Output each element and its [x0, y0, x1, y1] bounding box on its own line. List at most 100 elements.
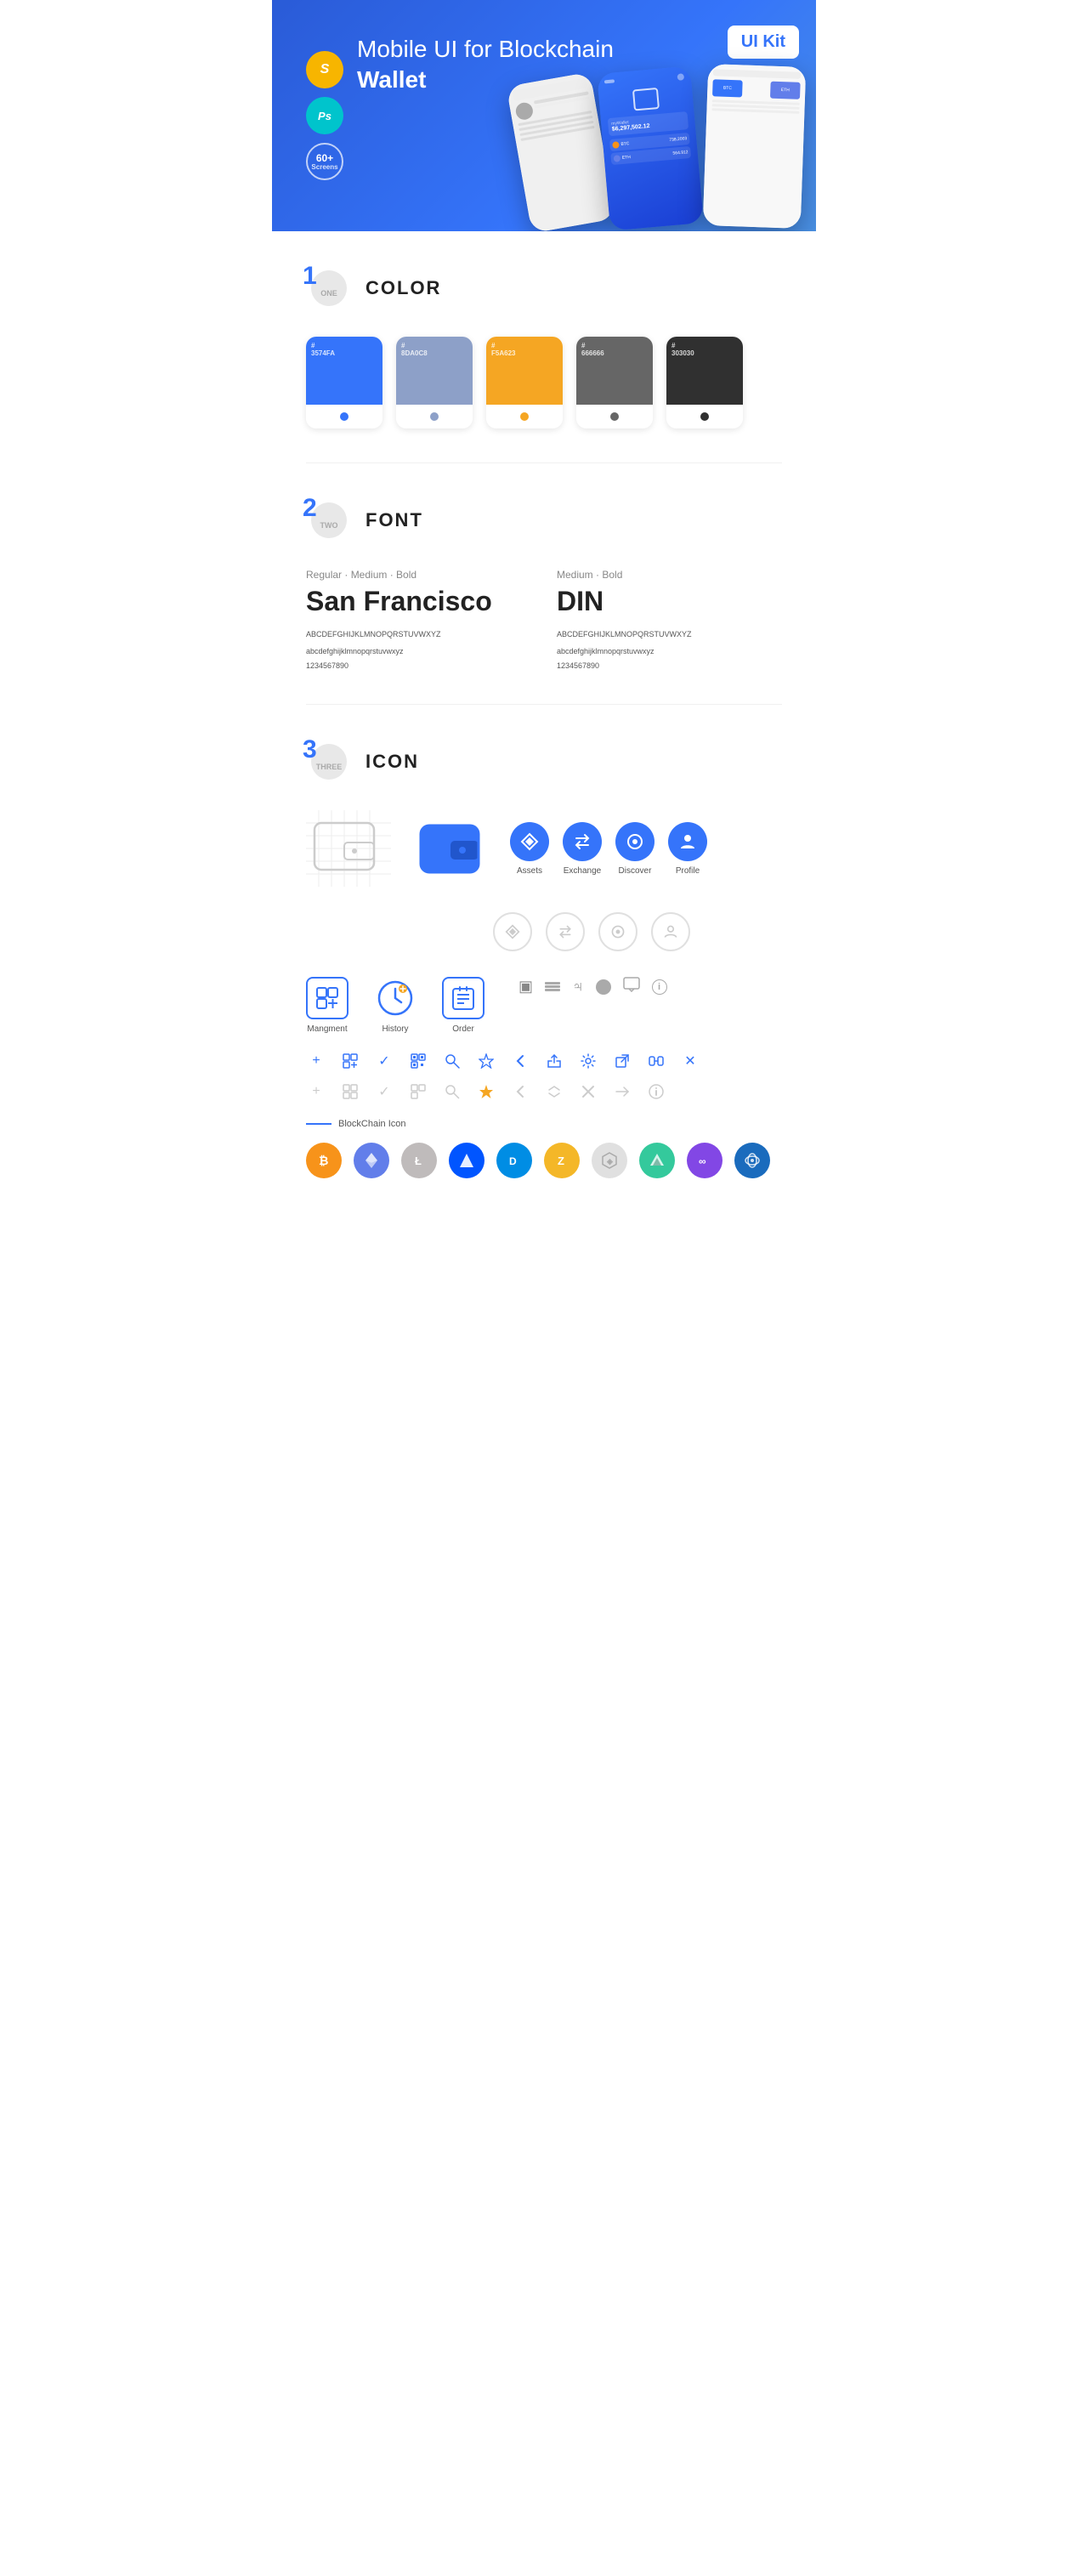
nav-icons-right: Assets Exchange: [510, 822, 707, 876]
font-din: Medium · Bold DIN ABCDEFGHIJKLMNOPQRSTUV…: [557, 569, 782, 670]
icon-section: THREE 3 ICON: [272, 705, 816, 1212]
color-card-slate: #8DA0C8: [396, 337, 473, 428]
color-dot-blue: [340, 412, 348, 421]
fonts-grid: Regular · Medium · Bold San Francisco AB…: [306, 569, 782, 670]
waves-icon: [449, 1143, 484, 1178]
crypto-tri-icon: [639, 1143, 675, 1178]
color-swatch-blue: #3574FA: [306, 337, 382, 405]
history-icon: [374, 977, 416, 1019]
chat-square-icon: [623, 977, 640, 996]
sf-lowercase: abcdefghijklmnopqrstuvwxyz: [306, 644, 531, 658]
font-section-word: TWO: [320, 521, 338, 530]
nav-icon-assets: Assets: [510, 822, 549, 876]
share-icon: [544, 1051, 564, 1071]
color-swatch-slate: #8DA0C8: [396, 337, 473, 405]
wallet-grid-svg: [306, 810, 391, 887]
blockchain-line: [306, 1123, 332, 1125]
external-link-icon: [612, 1051, 632, 1071]
din-uppercase: ABCDEFGHIJKLMNOPQRSTUVWXYZ: [557, 627, 782, 641]
font-section-number: 2: [303, 496, 317, 521]
color-swatch-dark: #303030: [666, 337, 743, 405]
qr-icon: [408, 1051, 428, 1071]
nav-icons-gray-row: [493, 912, 782, 951]
nav-icon-assets-gray: [493, 912, 532, 951]
extra-small-icons: ▣ ♃ i: [518, 977, 667, 996]
color-swatch-gray: #666666: [576, 337, 653, 405]
svg-text:Z: Z: [558, 1155, 564, 1167]
chevron-left-icon-gray: [510, 1081, 530, 1102]
zcash-icon: Z: [544, 1143, 580, 1178]
color-card-orange: #F5A623: [486, 337, 563, 428]
management-icon-item: Mangment: [306, 977, 348, 1034]
din-numbers: 1234567890: [557, 661, 782, 670]
blockchain-section: BlockChain Icon: [306, 1119, 782, 1129]
small-icons-blue-row: + ✓ ✕: [306, 1051, 782, 1071]
arrows-icon-gray: [544, 1081, 564, 1102]
arrow-right-icon-gray: [612, 1081, 632, 1102]
svg-text:D: D: [509, 1155, 517, 1167]
search-icon-gray: [442, 1081, 462, 1102]
color-card-blue: #3574FA: [306, 337, 382, 428]
svg-text:Ł: Ł: [415, 1155, 422, 1167]
plus-icon: +: [306, 1051, 326, 1071]
check-icon: ✓: [374, 1051, 394, 1071]
font-section-title: FONT: [366, 509, 423, 531]
circle-icon: [596, 979, 611, 995]
hero-badges: S Ps 60+ Screens: [306, 51, 343, 180]
sf-font-name: San Francisco: [306, 586, 531, 617]
profile-label: Profile: [676, 866, 700, 876]
din-lowercase: abcdefghijklmnopqrstuvwxyz: [557, 644, 782, 658]
exchange-label: Exchange: [564, 866, 601, 876]
wallet-icon-grid: [306, 810, 391, 887]
blockchain-text: BlockChain Icon: [338, 1119, 406, 1129]
color-dot-dark: [700, 412, 709, 421]
nav-icon-exchange: Exchange: [563, 822, 602, 876]
close-icon: ✕: [680, 1051, 700, 1071]
nav-icon-exchange-gray: [546, 912, 585, 951]
screens-count: 60+: [316, 153, 333, 163]
grid-add-icon: [340, 1051, 360, 1071]
hero-phones: myWallet $6,297,502.12 BTC 738.2003: [510, 61, 816, 231]
wallet-icon-showcase: Assets Exchange: [306, 810, 782, 887]
phone-mockup-2: myWallet $6,297,502.12 BTC 738.2003: [597, 66, 704, 231]
order-label: Order: [452, 1024, 474, 1034]
plus-icon-gray: +: [306, 1081, 326, 1102]
crypto-blue-icon: [734, 1143, 770, 1178]
din-style-label: Medium · Bold: [557, 569, 782, 581]
history-label: History: [382, 1024, 408, 1034]
color-dot-slate: [430, 412, 439, 421]
hero-section: S Ps 60+ Screens Mobile UI for Blockchai…: [272, 0, 816, 231]
star-icon: [476, 1051, 496, 1071]
nav-icon-profile-gray: [651, 912, 690, 951]
ui-kit-badge: UI Kit: [728, 26, 799, 59]
icon-section-title: ICON: [366, 751, 419, 773]
grid-icon-gray: [340, 1081, 360, 1102]
svg-text:◈: ◈: [606, 1157, 614, 1166]
crescent-icon: ♃: [572, 978, 584, 996]
font-section: TWO 2 FONT Regular · Medium · Bold San F…: [272, 463, 816, 704]
check-icon-gray: ✓: [374, 1081, 394, 1102]
screens-badge: 60+ Screens: [306, 143, 343, 180]
sf-uppercase: ABCDEFGHIJKLMNOPQRSTUVWXYZ: [306, 627, 531, 641]
crypto-hex-icon: ◈: [592, 1143, 627, 1178]
litecoin-icon: Ł: [401, 1143, 437, 1178]
order-icon: [442, 977, 484, 1019]
color-dot-gray: [610, 412, 619, 421]
nav-icon-discover-gray: [598, 912, 638, 951]
management-icon: [306, 977, 348, 1019]
svg-text:₿: ₿: [319, 1154, 328, 1167]
info-icon: i: [652, 979, 667, 995]
blockchain-label: BlockChain Icon: [306, 1119, 782, 1129]
color-section-title: COLOR: [366, 277, 441, 299]
qr-icon-gray: [408, 1081, 428, 1102]
search-icon: [442, 1051, 462, 1071]
screens-label: Screens: [311, 163, 337, 171]
dash-icon: D: [496, 1143, 532, 1178]
history-icon-item: History: [374, 977, 416, 1034]
crypto-matic-icon: ∞: [687, 1143, 722, 1178]
app-icons-row: Mangment History: [306, 977, 782, 1034]
layers-icon: [545, 982, 560, 991]
chat-icon: ▣: [518, 978, 533, 996]
icon-section-word: THREE: [316, 763, 343, 771]
nav-icon-discover: Discover: [615, 822, 654, 876]
